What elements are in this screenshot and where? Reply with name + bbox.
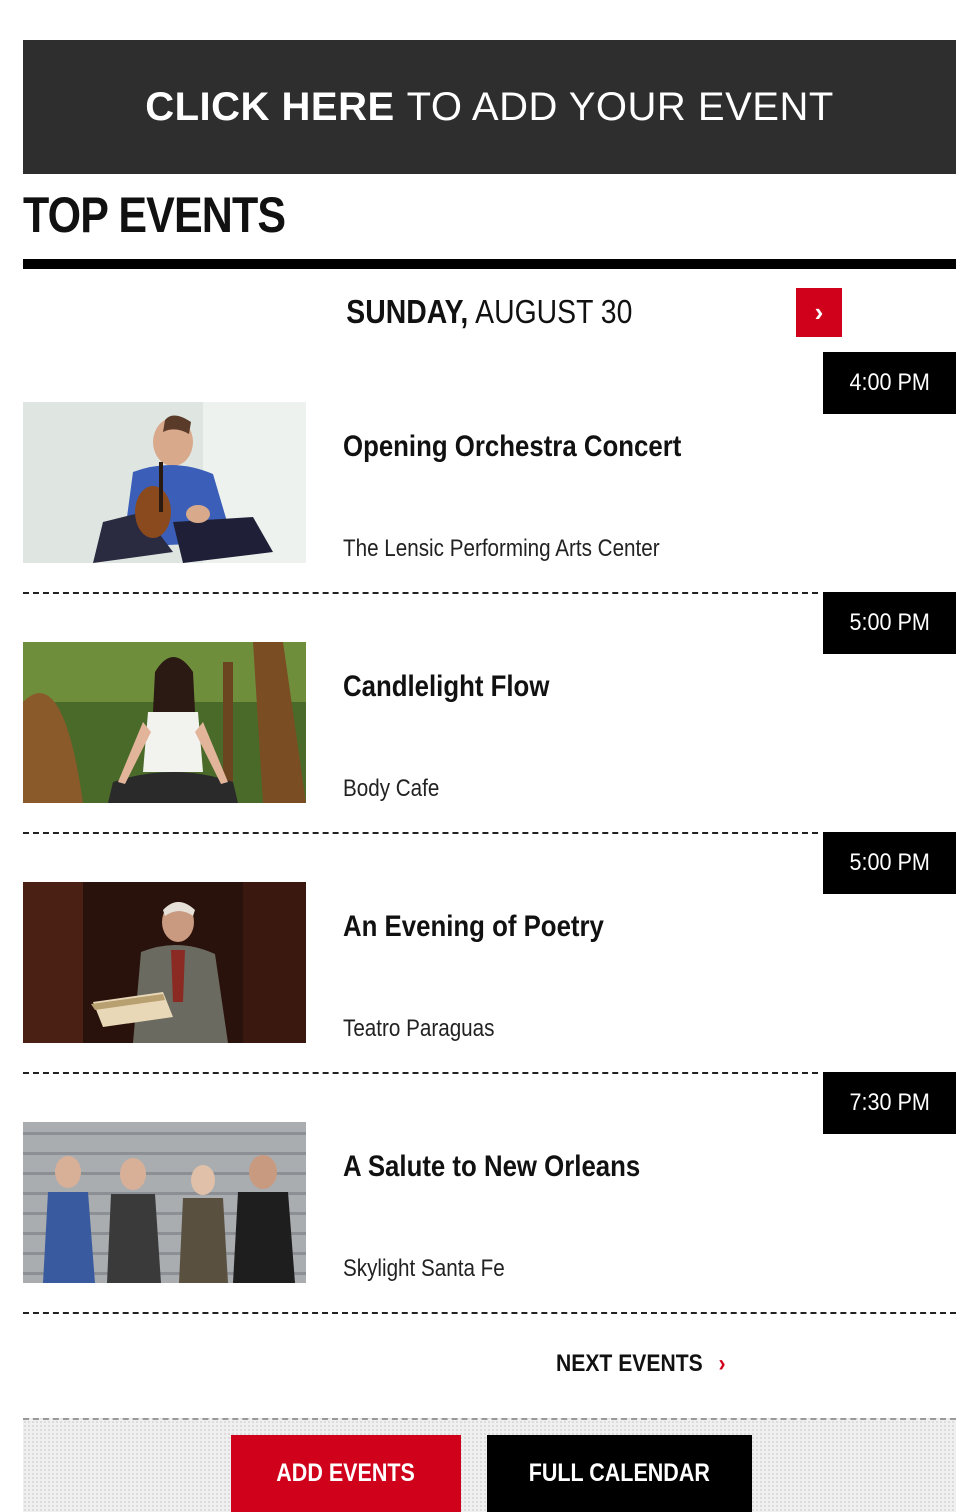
event-time: 4:00 PM: [823, 352, 956, 414]
event-title[interactable]: Candlelight Flow: [343, 670, 549, 704]
chevron-right-icon: ›: [718, 1350, 726, 1377]
next-events-label: NEXT EVENTS: [556, 1350, 703, 1377]
event-item[interactable]: 5:00 PM An Evening of Poetry Teatro Para…: [23, 832, 956, 1074]
date-month-day: AUGUST 30: [475, 293, 633, 330]
add-event-banner[interactable]: CLICK HERE TO ADD YOUR EVENT: [23, 40, 956, 174]
banner-light-text: TO ADD YOUR EVENT: [406, 84, 834, 129]
event-time: 7:30 PM: [823, 1072, 956, 1134]
full-calendar-button[interactable]: FULL CALENDAR: [487, 1435, 752, 1512]
event-venue: Skylight Santa Fe: [343, 1255, 505, 1282]
yoga-photo-icon[interactable]: [23, 642, 306, 803]
event-venue: Body Cafe: [343, 775, 440, 802]
event-title[interactable]: A Salute to New Orleans: [343, 1150, 640, 1184]
event-divider: [23, 1312, 956, 1314]
event-time: 5:00 PM: [823, 592, 956, 654]
chevron-right-icon: ›: [814, 297, 824, 327]
next-day-button[interactable]: ›: [796, 288, 842, 337]
event-title[interactable]: Opening Orchestra Concert: [343, 430, 681, 464]
violinist-photo-icon[interactable]: [23, 402, 306, 563]
event-item[interactable]: 7:30 PM A Salute to New Orleans Skylight…: [23, 1072, 956, 1314]
next-events-link[interactable]: NEXT EVENTS ›: [556, 1350, 726, 1378]
poet-reading-photo-icon[interactable]: [23, 882, 306, 1043]
date-day: SUNDAY,: [346, 293, 469, 330]
event-venue: The Lensic Performing Arts Center: [343, 535, 660, 562]
event-item[interactable]: 4:00 PM Opening Orchestra Concert The Le…: [23, 352, 956, 594]
banner-strong-text: CLICK HERE: [145, 84, 395, 129]
event-item[interactable]: 5:00 PM Candlelight Flow Body Cafe: [23, 592, 956, 834]
title-divider: [23, 259, 956, 269]
event-title[interactable]: An Evening of Poetry: [343, 910, 604, 944]
add-events-button[interactable]: ADD EVENTS: [231, 1435, 461, 1512]
band-photo-icon[interactable]: [23, 1122, 306, 1283]
section-title: TOP EVENTS: [23, 187, 286, 243]
event-time: 5:00 PM: [823, 832, 956, 894]
event-venue: Teatro Paraguas: [343, 1015, 495, 1042]
